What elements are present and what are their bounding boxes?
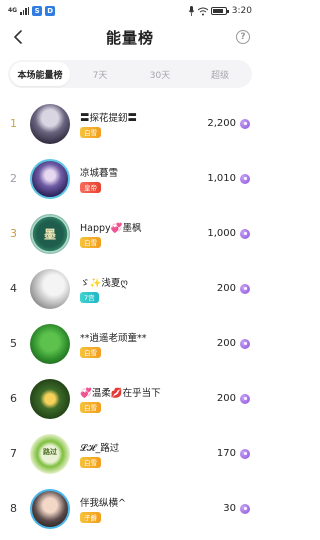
score-value: 170 bbox=[216, 448, 236, 459]
ranking-list: 1 〓探花提釰〓 白雪 2,200 2 凉城暮雪 皇帝 1,010 3 墨 Ha… bbox=[0, 96, 260, 536]
list-item[interactable]: 3 墨 Happy💞墨枫 白雪 1,000 bbox=[0, 206, 260, 261]
page-title: 能量榜 bbox=[105, 28, 154, 47]
user-nickname: 💞温柔💋在乎当下 bbox=[80, 387, 161, 399]
score-value: 200 bbox=[216, 283, 236, 294]
user-avatar-icon[interactable]: 路过 bbox=[30, 433, 70, 474]
list-item[interactable]: 5 **逍遥老顽童** 白雪 200 bbox=[0, 316, 260, 371]
user-nickname: Happy💞墨枫 bbox=[80, 222, 142, 234]
rank-number: 8 bbox=[10, 502, 17, 515]
user-info: Happy💞墨枫 白雪 bbox=[80, 220, 207, 248]
rank-number: 6 bbox=[10, 392, 17, 405]
energy-coin-icon bbox=[240, 118, 250, 129]
signal-bars-icon bbox=[20, 7, 30, 15]
energy-score: 200 bbox=[217, 338, 250, 349]
user-avatar-icon[interactable] bbox=[30, 323, 70, 364]
rank-number: 5 bbox=[10, 337, 17, 350]
list-item[interactable]: 4 ゞ✨浅夏ღ 7宫 200 bbox=[0, 261, 260, 316]
level-badge: 白雪 bbox=[80, 236, 101, 248]
level-badge: 白雪 bbox=[80, 456, 101, 468]
energy-score: 170 bbox=[217, 448, 250, 459]
energy-coin-icon bbox=[240, 448, 250, 459]
score-value: 2,200 bbox=[207, 118, 236, 129]
rank-number: 4 bbox=[10, 282, 17, 295]
user-nickname: 𝓛𝓗_路过 bbox=[80, 442, 120, 454]
back-button[interactable] bbox=[10, 29, 26, 45]
user-info: **逍遥老顽童** 白雪 bbox=[80, 330, 217, 358]
page-header: 能量榜 ? bbox=[0, 22, 260, 52]
list-item[interactable]: 7 路过 𝓛𝓗_路过 白雪 170 bbox=[0, 426, 260, 481]
energy-score: 1,010 bbox=[207, 173, 250, 184]
user-info: 伴我纵横^ 子爵 bbox=[80, 495, 223, 523]
user-info: 💞温柔💋在乎当下 白雪 bbox=[80, 385, 217, 413]
energy-coin-icon bbox=[240, 228, 250, 239]
user-nickname: **逍遥老顽童** bbox=[80, 332, 147, 344]
energy-score: 1,000 bbox=[207, 228, 250, 239]
wifi-icon bbox=[197, 7, 208, 15]
level-badge: 7宫 bbox=[80, 291, 99, 303]
status-bar: 4G S D 3:20 bbox=[0, 0, 260, 22]
energy-coin-icon bbox=[240, 393, 250, 404]
level-badge: 皇帝 bbox=[80, 181, 101, 193]
rank-number: 2 bbox=[10, 172, 17, 185]
rank-number: 3 bbox=[10, 227, 17, 240]
status-right: 3:20 bbox=[188, 6, 252, 16]
energy-coin-icon bbox=[240, 173, 250, 184]
user-avatar-icon[interactable] bbox=[30, 268, 70, 309]
energy-score: 2,200 bbox=[207, 118, 250, 129]
list-item[interactable]: 6 💞温柔💋在乎当下 白雪 200 bbox=[0, 371, 260, 426]
list-item[interactable]: 8 伴我纵横^ 子爵 30 bbox=[0, 481, 260, 536]
sim-s-icon: S bbox=[32, 6, 43, 16]
ranking-tabs: 本场能量榜 7天 30天 超级 bbox=[8, 60, 252, 88]
avatar-text: 路过 bbox=[43, 447, 57, 456]
energy-coin-icon bbox=[240, 283, 250, 294]
score-value: 30 bbox=[223, 503, 236, 514]
tab-7-days[interactable]: 7天 bbox=[70, 62, 130, 86]
user-nickname: 〓探花提釰〓 bbox=[80, 112, 138, 124]
score-value: 200 bbox=[216, 393, 236, 404]
avatar-text: 墨 bbox=[43, 227, 57, 241]
chevron-left-icon bbox=[14, 30, 22, 44]
user-info: 〓探花提釰〓 白雪 bbox=[80, 110, 207, 138]
status-left: 4G S D bbox=[8, 6, 56, 16]
rank-number: 7 bbox=[10, 447, 17, 460]
user-info: ゞ✨浅夏ღ 7宫 bbox=[80, 275, 217, 303]
level-badge: 子爵 bbox=[80, 511, 101, 523]
level-badge: 白雪 bbox=[80, 346, 101, 358]
energy-score: 200 bbox=[217, 283, 250, 294]
battery-icon bbox=[210, 7, 229, 15]
help-icon: ? bbox=[240, 32, 246, 42]
score-value: 1,000 bbox=[207, 228, 236, 239]
energy-coin-icon bbox=[240, 503, 250, 514]
network-type-icon: 4G bbox=[8, 7, 18, 14]
user-avatar-icon[interactable] bbox=[30, 103, 70, 144]
sim-d-icon: D bbox=[45, 6, 56, 16]
user-avatar-icon[interactable] bbox=[30, 378, 70, 419]
tab-super[interactable]: 超级 bbox=[190, 62, 250, 86]
score-value: 1,010 bbox=[207, 173, 236, 184]
microphone-icon bbox=[188, 6, 195, 16]
user-avatar-icon[interactable] bbox=[30, 488, 70, 529]
user-avatar-icon[interactable]: 墨 bbox=[30, 213, 70, 254]
user-avatar-icon[interactable] bbox=[30, 158, 70, 199]
energy-score: 30 bbox=[223, 503, 250, 514]
energy-score: 200 bbox=[217, 393, 250, 404]
level-badge: 白雪 bbox=[80, 401, 101, 413]
score-value: 200 bbox=[216, 338, 236, 349]
list-item[interactable]: 1 〓探花提釰〓 白雪 2,200 bbox=[0, 96, 260, 151]
rank-number: 1 bbox=[10, 117, 17, 130]
level-badge: 白雪 bbox=[80, 126, 101, 138]
status-time: 3:20 bbox=[231, 6, 252, 16]
user-info: 𝓛𝓗_路过 白雪 bbox=[80, 440, 217, 468]
tab-30-days[interactable]: 30天 bbox=[130, 62, 190, 86]
user-nickname: 伴我纵横^ bbox=[80, 497, 126, 509]
user-info: 凉城暮雪 皇帝 bbox=[80, 165, 207, 193]
energy-coin-icon bbox=[240, 338, 250, 349]
user-nickname: 凉城暮雪 bbox=[80, 167, 119, 179]
help-button[interactable]: ? bbox=[236, 30, 250, 44]
user-nickname: ゞ✨浅夏ღ bbox=[80, 277, 128, 289]
list-item[interactable]: 2 凉城暮雪 皇帝 1,010 bbox=[0, 151, 260, 206]
tab-current-session[interactable]: 本场能量榜 bbox=[10, 62, 70, 86]
